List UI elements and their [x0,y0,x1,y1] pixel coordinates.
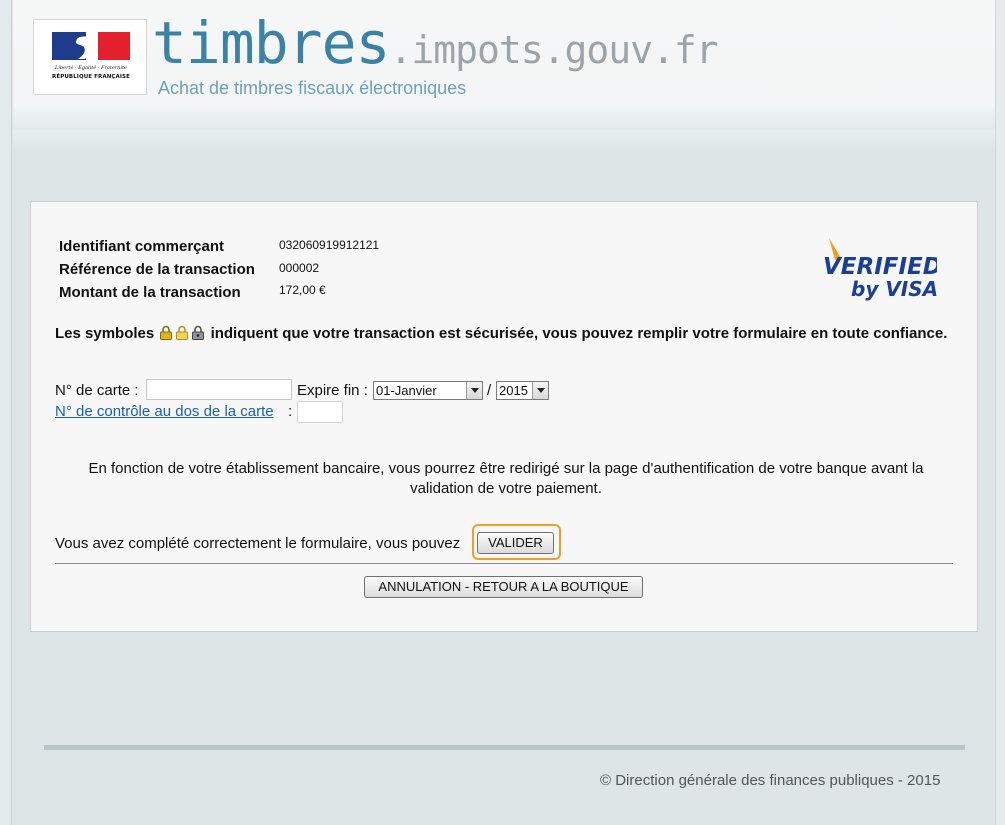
padlock-gold-icon [160,325,173,340]
cancel-return-button[interactable]: ANNULATION - RETOUR A LA BOUTIQUE [364,576,643,598]
divider [55,563,953,564]
control-number-colon: : [288,403,293,420]
expiry-month-select[interactable]: 01-Janvier [373,381,483,400]
logo-republic-text: RÉPUBLIQUE FRANÇAISE [52,74,130,80]
verified-by-visa-logo: VERIFIED by VISA [823,238,937,301]
padlock-yellow-icon [176,325,189,340]
site-title: timbres.impots.gouv.fr [152,14,719,72]
control-number-link[interactable]: N° de contrôle au dos de la carte [55,403,274,420]
amount-value: 172,00 € [279,283,326,297]
site-title-domain: .impots.gouv.fr [389,28,718,72]
marianne-flag-icon [52,32,130,62]
reference-label: Référence de la transaction [59,261,255,278]
logo-motto: Liberté · Égalité · Fraternité [55,65,127,71]
chevron-down-icon[interactable] [466,382,482,399]
bank-redirect-notice: En fonction de votre établissement banca… [88,460,924,497]
control-number-input[interactable] [297,401,343,423]
chevron-down-icon[interactable] [532,382,548,399]
republique-francaise-logo: Liberté · Égalité · Fraternité RÉPUBLIQU… [33,19,147,95]
expiry-month-value: 01-Janvier [376,383,437,398]
right-scrollbar-track[interactable] [995,0,1005,825]
left-page-edge [0,0,12,825]
amount-label: Montant de la transaction [59,284,241,301]
expiry-label: Expire fin : [297,382,368,399]
site-subtitle: Achat de timbres fiscaux électroniques [158,78,467,98]
card-number-input[interactable] [146,379,292,400]
expiry-year-value: 2015 [499,383,528,398]
padlock-grey-icon [192,325,205,340]
payment-panel: Identifiant commerçant 032060919912121 R… [30,201,978,632]
site-title-main: timbres [152,9,390,77]
visa-line2: by VISA [851,277,937,301]
valider-button[interactable]: VALIDER [477,532,554,554]
footer-divider [44,745,965,750]
security-prefix: Les symboles [55,325,155,342]
expiry-separator: / [487,382,492,399]
card-number-label: N° de carte : [55,382,139,399]
form-complete-text: Vous avez complété correctement le formu… [55,535,461,552]
reference-value: 000002 [279,261,320,275]
merchant-id-value: 032060919912121 [279,238,380,252]
header-band [13,108,995,130]
merchant-id-label: Identifiant commerçant [59,238,225,255]
security-suffix: indiquent que votre transaction est sécu… [210,325,948,342]
security-notice: Les symboles indiquent que votre transac… [55,324,955,344]
expiry-year-select[interactable]: 2015 [496,381,549,400]
footer-copyright: © Direction générale des finances publiq… [600,772,941,789]
